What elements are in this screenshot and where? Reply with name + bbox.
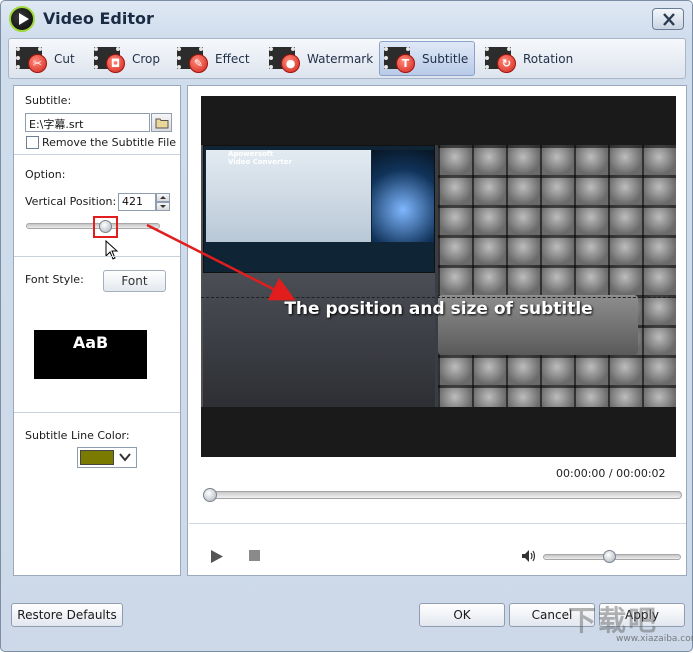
app-logo-icon	[9, 6, 35, 32]
close-icon	[663, 13, 675, 26]
tab-subtitle[interactable]: T Subtitle	[379, 41, 476, 76]
tab-crop-label: Crop	[132, 51, 161, 66]
vertical-position-input[interactable]: 421	[118, 193, 156, 211]
title-bar: Video Editor	[1, 1, 692, 37]
mouse-cursor-icon	[105, 240, 119, 260]
divider	[14, 154, 180, 155]
watermark-icon: ●	[269, 45, 303, 73]
total-time: 00:00:02	[616, 467, 666, 480]
crop-icon: ◘	[94, 45, 128, 73]
chevron-down-icon	[119, 453, 131, 462]
volume-thumb[interactable]	[603, 550, 616, 563]
font-preview: AaB	[34, 330, 147, 379]
subtitle-settings-panel: Subtitle: E:\字幕.srt Remove the Subtitle …	[13, 85, 181, 576]
keyboard-image	[438, 145, 676, 407]
vertical-position-label: Vertical Position:	[25, 195, 117, 208]
video-frame: Apowersoft Video Converter The position …	[201, 145, 676, 407]
subtitle-icon: T	[384, 45, 418, 73]
window-title: Video Editor	[43, 9, 154, 28]
font-button[interactable]: Font	[103, 270, 166, 292]
color-swatch	[80, 450, 114, 465]
subtitle-label: Subtitle:	[25, 94, 72, 107]
tab-crop[interactable]: ◘ Crop	[89, 41, 167, 76]
time-separator: /	[608, 467, 613, 480]
remove-subtitle-checkbox[interactable]	[26, 136, 39, 149]
divider	[14, 256, 180, 257]
line-color-label: Subtitle Line Color:	[25, 429, 130, 442]
option-label: Option:	[25, 168, 66, 181]
screen-brand-line-2: Video Converter	[228, 158, 292, 166]
player-window-image	[372, 150, 434, 242]
restore-defaults-button[interactable]: Restore Defaults	[11, 603, 123, 627]
laptop-screen-image: Apowersoft Video Converter	[203, 145, 435, 273]
close-button[interactable]	[652, 8, 684, 30]
subtitle-path-input[interactable]: E:\字幕.srt	[25, 113, 150, 132]
subtitle-preview-text: The position and size of subtitle	[284, 299, 593, 319]
spin-down-button[interactable]	[156, 202, 170, 211]
video-editor-window: Video Editor ✂ Cut ◘ Crop ✎ Effect ● Wat…	[0, 0, 693, 652]
rotation-icon: ↻	[485, 45, 519, 73]
browse-button[interactable]	[151, 113, 172, 132]
screen-brand-text: Apowersoft Video Converter	[228, 150, 292, 166]
tab-cut-label: Cut	[54, 51, 75, 66]
font-style-label: Font Style:	[25, 273, 84, 286]
editor-toolbar: ✂ Cut ◘ Crop ✎ Effect ● Watermark T Subt…	[8, 38, 686, 79]
scissors-icon: ✂	[16, 45, 50, 73]
site-watermark-url: www.xiazaiba.com	[616, 634, 693, 644]
tab-cut[interactable]: ✂ Cut	[11, 41, 82, 76]
tab-effect[interactable]: ✎ Effect	[172, 41, 257, 76]
tab-subtitle-label: Subtitle	[422, 51, 469, 66]
divider	[189, 523, 686, 524]
volume-icon[interactable]	[521, 549, 537, 563]
effect-icon: ✎	[177, 45, 211, 73]
play-icon[interactable]	[210, 549, 224, 564]
tab-watermark[interactable]: ● Watermark	[264, 41, 380, 76]
playback-progress-thumb[interactable]	[203, 488, 217, 502]
site-watermark: 下载吧	[568, 604, 659, 637]
playback-progress-slider[interactable]	[208, 491, 682, 499]
divider	[14, 412, 180, 413]
current-time: 00:00:00	[556, 467, 606, 480]
spin-up-button[interactable]	[156, 193, 170, 202]
screen-brand-line-1: Apowersoft	[228, 150, 274, 158]
tab-rotation-label: Rotation	[523, 51, 574, 66]
preview-panel: Apowersoft Video Converter The position …	[187, 85, 687, 576]
tab-effect-label: Effect	[215, 51, 250, 66]
highlight-box	[93, 216, 118, 238]
folder-icon	[155, 118, 169, 129]
video-preview: Apowersoft Video Converter The position …	[201, 96, 676, 457]
laptop-base-image	[203, 273, 435, 407]
subtitle-position-line[interactable]	[201, 297, 676, 298]
tab-rotation[interactable]: ↻ Rotation	[480, 41, 580, 76]
stop-icon[interactable]	[249, 550, 260, 561]
ok-button[interactable]: OK	[419, 603, 505, 627]
line-color-picker[interactable]	[77, 447, 137, 468]
time-display: 00:00:00 / 00:00:02	[556, 467, 666, 480]
remove-subtitle-label: Remove the Subtitle File	[42, 136, 177, 149]
tab-watermark-label: Watermark	[307, 51, 374, 66]
